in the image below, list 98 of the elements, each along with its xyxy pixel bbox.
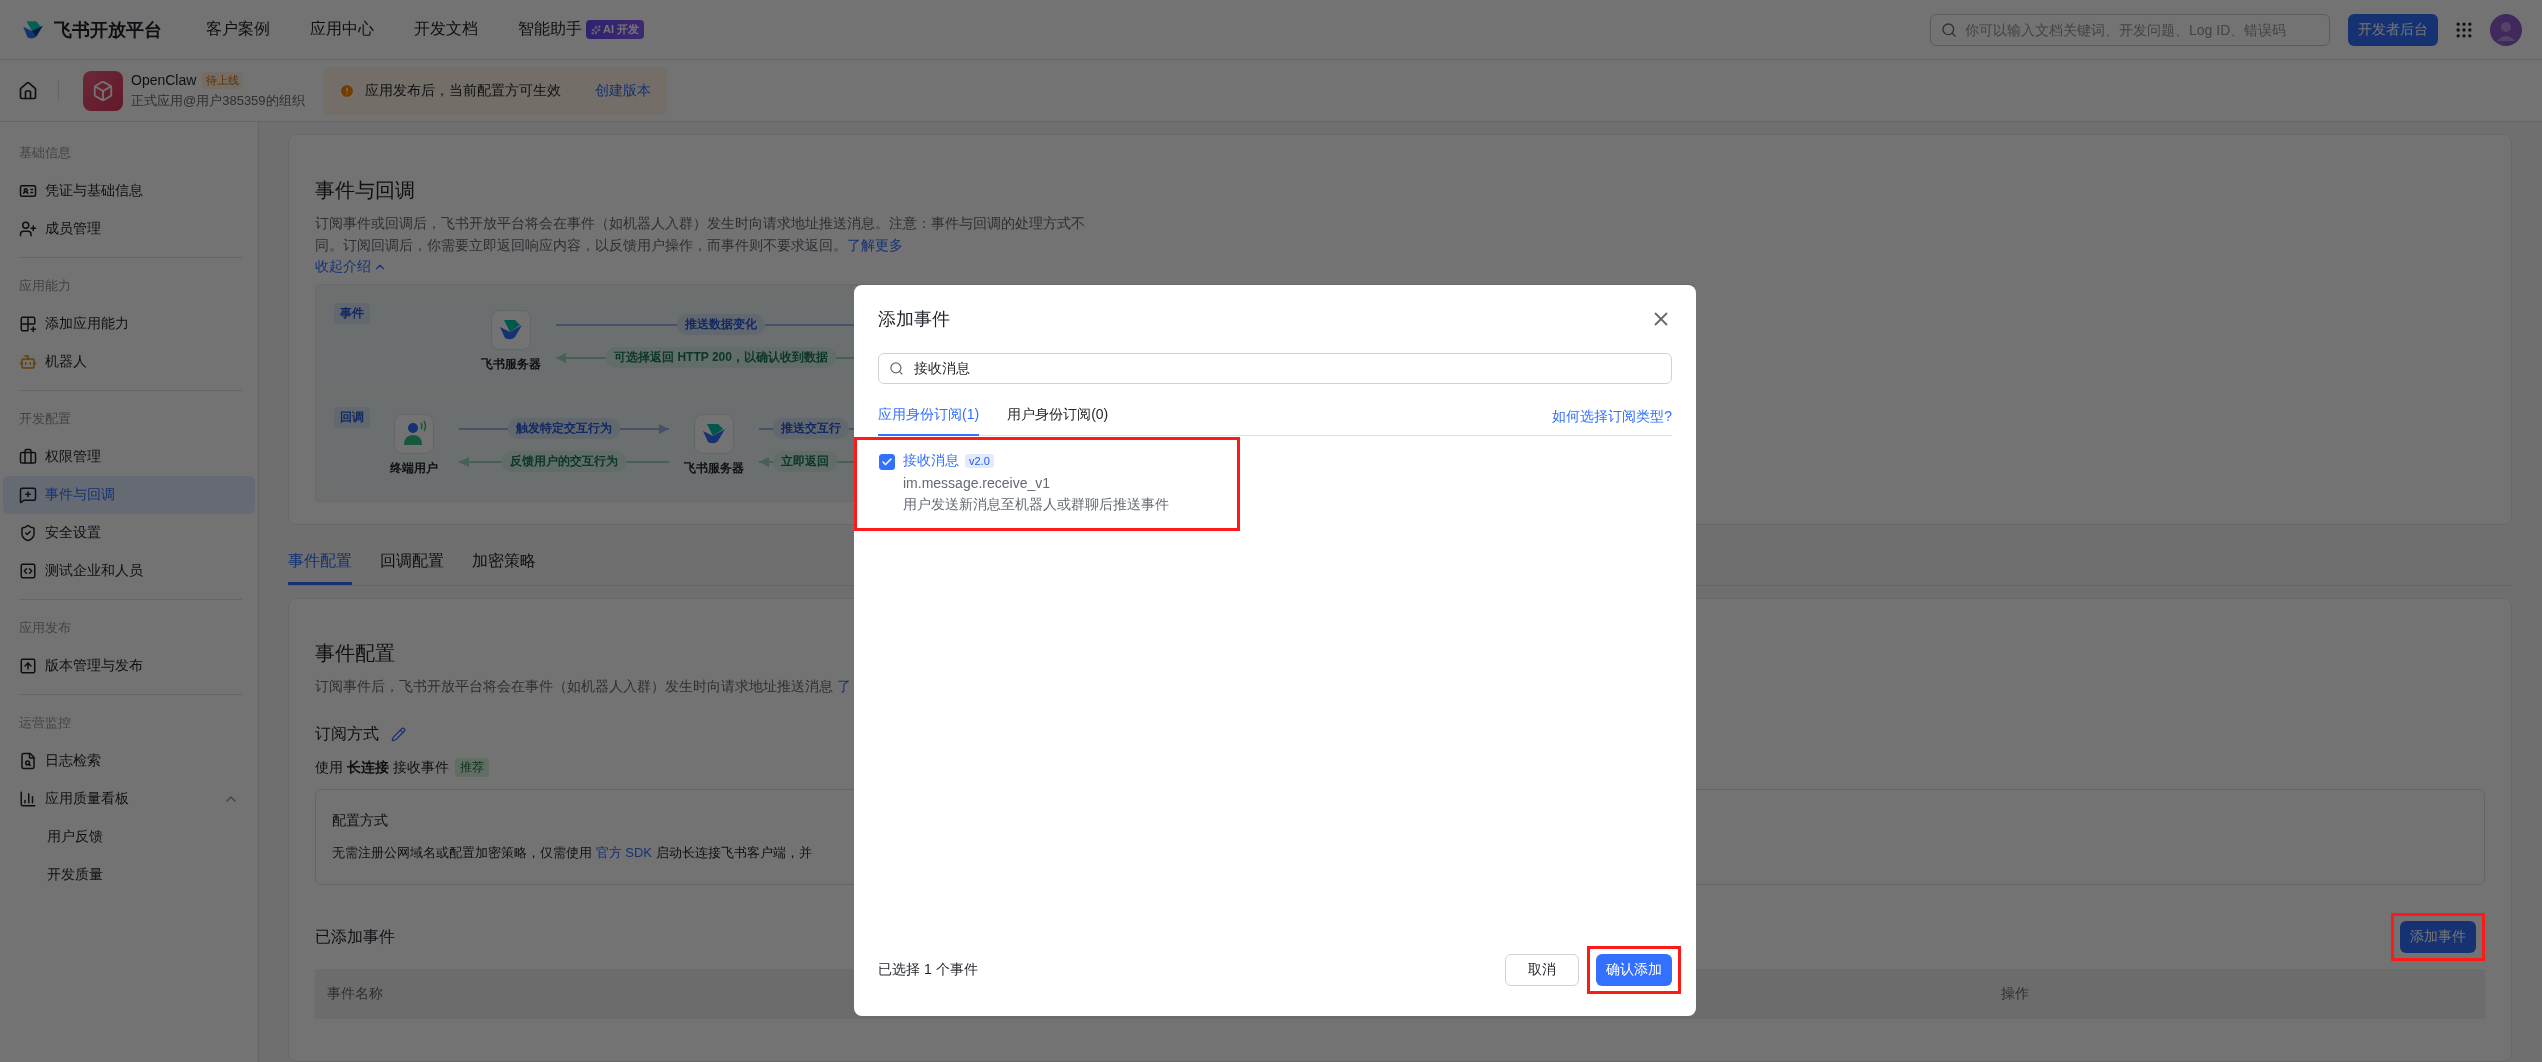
search-field[interactable]: 接收消息 [878,353,1672,384]
warning-icon [338,82,355,99]
sidebar-item[interactable]: 日志检索 [3,742,255,780]
sidebar-item[interactable]: 成员管理 [3,210,255,248]
checkbox[interactable] [879,454,895,470]
sidebar-item[interactable]: 测试企业和人员 [3,552,255,590]
org-name: 正式应用@用户385359的组织 [131,91,305,110]
config-text: 无需注册公网域名或配置加密策略，仅需使用 官方 SDK 启动长连接飞书客户端，并 [332,844,813,862]
tab[interactable]: 事件配置 [288,551,352,585]
shield-check-icon [19,524,37,542]
sdk-link[interactable]: 官方 SDK [595,845,652,860]
status-badge: 待上线 [202,71,244,89]
event-description: 用户发送新消息至机器人或群聊后推送事件 [903,496,1169,514]
app-name: OpenClaw [131,72,197,88]
create-version-link[interactable]: 创建版本 [594,81,651,100]
arrow-left-icon [459,455,502,468]
file-search-icon [19,752,37,770]
ai-badge: AI 开发 [586,20,645,39]
sidebar-item[interactable]: 机器人 [3,343,255,381]
confirm-button[interactable]: 确认添加 [1596,954,1672,986]
flow-label: 可选择返回 HTTP 200，以确认收到数据 [606,347,836,368]
nav-link-text[interactable]: 智能助手 [518,19,582,40]
search-icon [1941,21,1957,38]
arrow-right-icon [620,422,669,435]
node-label: 飞书服务器 [481,355,541,373]
sidebar-item[interactable]: 事件与回调 [3,476,255,514]
subscription-title: 订阅方式 [315,724,379,744]
search-input[interactable]: 接收消息 [912,359,1661,378]
console-button[interactable]: 开发者后台 [2348,13,2438,46]
dialog-title: 添加事件 [878,308,950,331]
flow-label: 推送交互行 [773,418,849,439]
event-option[interactable]: 接收消息 v2.0 im.message.receive_v1 用户发送新消息至机器人或群聊后推送事件 [854,437,1240,531]
sidebar-item[interactable]: 权限管理 [3,438,255,476]
config-title: 配置方式 [332,812,389,830]
user-icon [394,413,434,454]
grid-plus-icon [19,315,37,333]
server-logo-icon [694,413,734,454]
sidebar-item[interactable]: 凭证与基础信息 [3,172,255,210]
flow-label: 反馈用户的交互行为 [502,451,626,472]
user-plus-icon [19,220,37,238]
nav-link[interactable]: 客户案例 [206,19,270,40]
selected-count: 已选择 1 个事件 [878,961,979,979]
code-icon [19,562,37,580]
sidebar-item[interactable]: 版本管理与发布 [3,647,255,685]
sidebar-item[interactable]: 用户反馈 [3,818,255,856]
column-header: 操作 [2000,985,2030,1003]
added-events-title: 已添加事件 [315,926,395,947]
arrow-left-icon [759,455,773,468]
check-icon [881,456,893,468]
bar-chart-icon [19,790,37,808]
server-logo-icon [491,309,531,350]
cancel-button[interactable]: 取消 [1505,954,1579,986]
robot-icon [19,353,37,371]
briefcase-icon [19,448,37,466]
column-header: 事件名称 [327,985,384,1003]
config-description: 订阅事件后，飞书开放平台将会在事件（如机器人入群）发生时向请求地址推送消息 了 [315,677,852,696]
add-event-button[interactable]: 添加事件 [2400,921,2476,953]
notice-text: 应用发布后，当前配置方可生效 [364,81,561,100]
tab[interactable]: 回调配置 [380,551,444,585]
recommend-badge: 推荐 [454,758,489,777]
collapse-link[interactable]: 收起介绍 [315,258,387,276]
tab[interactable]: 加密策略 [472,551,536,585]
learn-more-link[interactable]: 了解更多 [847,237,903,253]
nav-link[interactable]: 应用中心 [310,19,374,40]
event-name: 接收消息 [903,452,959,470]
edit-icon[interactable] [391,727,406,742]
sidebar-item[interactable]: 安全设置 [3,514,255,552]
sidebar-item[interactable]: 添加应用能力 [3,305,255,343]
card-title: 事件与回调 [315,178,416,203]
nav-link[interactable]: 智能助手 AI 开发 [518,19,645,40]
nav-link[interactable]: 开发文档 [414,19,478,40]
card-title: 事件配置 [315,641,396,666]
avatar[interactable] [2490,13,2522,46]
app-icon [83,70,123,111]
learn-more-link[interactable]: 了 [836,678,851,694]
tab[interactable]: 应用身份订阅(1) [878,398,980,436]
upload-icon [19,657,37,675]
flow-tag: 回调 [334,407,370,428]
node-label: 飞书服务器 [684,459,744,477]
sidebar-item[interactable]: 应用质量看板 [3,780,255,818]
event-key: im.message.receive_v1 [903,475,1169,491]
message-plus-icon [19,486,37,504]
home-icon[interactable] [18,80,38,101]
tab[interactable]: 用户身份订阅(0) [1007,398,1109,436]
flow-tag: 事件 [334,303,370,324]
mode-text: 使用 长连接 接收事件 [315,758,449,777]
flow-label: 推送数据变化 [677,314,765,335]
flow-label: 触发特定交互行为 [508,418,620,439]
flow-label: 立即返回 [773,451,837,472]
logo-text: 飞书开放平台 [54,18,162,42]
help-link[interactable]: 如何选择订阅类型? [1552,407,1672,426]
arrow-left-icon [556,351,607,364]
sidebar-item[interactable]: 开发质量 [3,856,255,894]
node-label: 终端用户 [390,459,438,477]
search-icon [889,361,904,376]
card-icon [19,182,37,200]
version-badge: v2.0 [965,454,994,468]
intro-text: 订阅事件或回调后，飞书开放平台将会在事件（如机器人入群）发生时向请求地址推送消息。注意：事件与回调的处理方式不同。订阅回调后，你需要立即返回响应内容，以反馈用户操作，而事件则不要求返回。了解更多 [315,214,1086,255]
